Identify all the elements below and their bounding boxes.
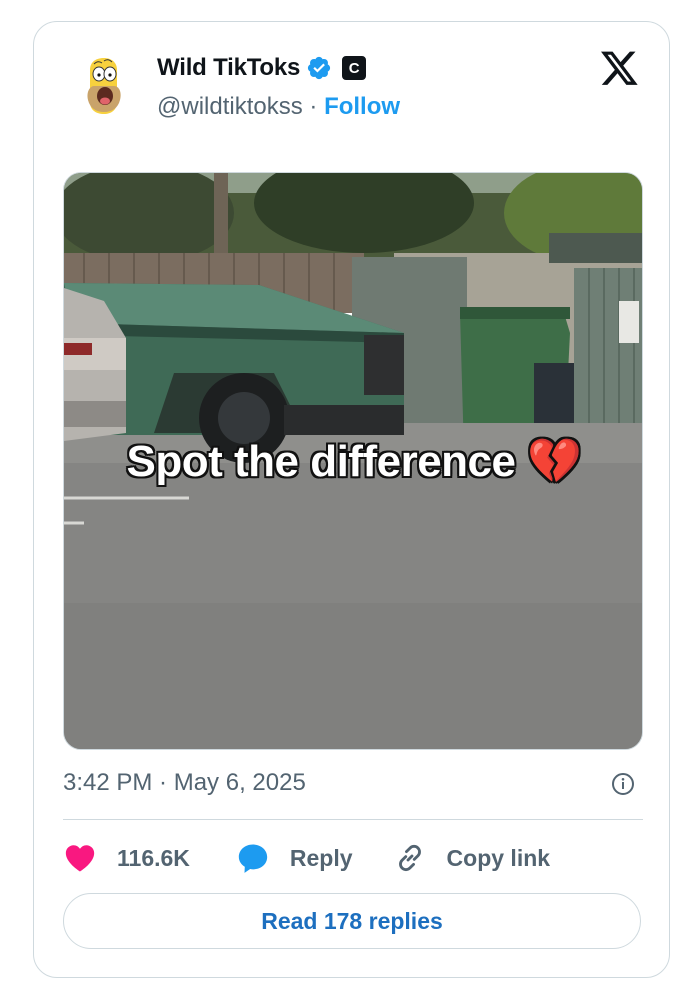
copy-link-label: Copy link (446, 844, 551, 871)
copy-link-button[interactable]: Copy link (393, 841, 551, 875)
video-caption: Spot the difference 💔 (64, 435, 642, 487)
heart-icon (65, 845, 95, 872)
follow-button[interactable]: Follow (324, 93, 400, 120)
post-media-video[interactable]: Spot the difference 💔 (63, 172, 643, 750)
author-avatar[interactable] (80, 56, 128, 116)
like-button[interactable]: 116.6K (63, 841, 190, 875)
post-timestamp[interactable]: 3:42 PM · May 6, 2025 (63, 767, 306, 799)
divider (63, 819, 643, 820)
avatar-illustration-icon (87, 58, 121, 114)
reply-label: Reply (289, 844, 353, 871)
embedded-post-card: Wild TikToks C @wildtiktokss · Follow Sp… (33, 21, 670, 978)
reply-button[interactable]: Reply (236, 841, 353, 875)
author-handle-row: @wildtiktokss · Follow (157, 91, 400, 123)
author-handle[interactable]: @wildtiktokss (157, 93, 303, 120)
link-icon (398, 844, 421, 872)
author-name-row: Wild TikToks C (157, 52, 367, 84)
author-display-name[interactable]: Wild TikToks (157, 54, 300, 82)
handle-separator: · (302, 93, 325, 120)
x-logo-icon[interactable] (601, 51, 639, 87)
read-replies-button[interactable]: Read 178 replies (63, 893, 641, 949)
verified-badge-icon (308, 56, 331, 80)
like-count: 116.6K (117, 844, 190, 871)
info-icon[interactable] (611, 772, 635, 796)
affiliation-badge: C (342, 56, 367, 80)
broken-heart-emoji: 💔 (527, 437, 582, 486)
video-caption-text: Spot the difference (126, 437, 516, 486)
action-bar: 116.6K Reply Copy link (63, 840, 550, 876)
speech-bubble-icon (238, 844, 268, 873)
